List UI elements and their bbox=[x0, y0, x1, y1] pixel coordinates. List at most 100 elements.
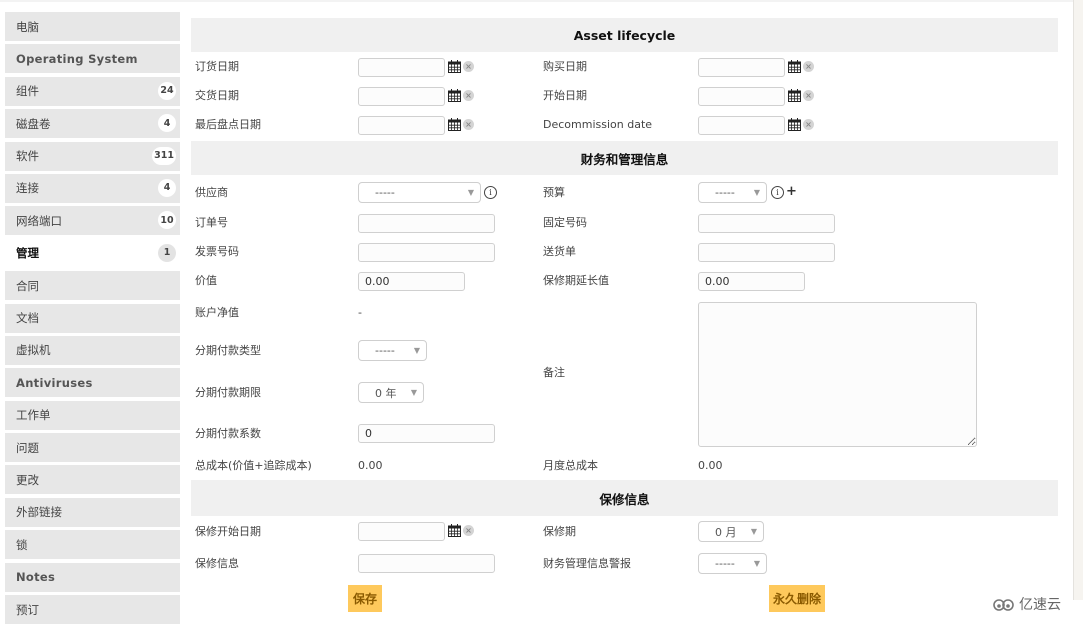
sidebar-item-label: 锁 bbox=[16, 537, 28, 552]
sidebar-item-software[interactable]: 软件 311 bbox=[5, 141, 180, 171]
amortization-type-select[interactable]: ----- ▼ bbox=[358, 340, 427, 361]
watermark-text: 亿速云 bbox=[1019, 597, 1061, 613]
sidebar-item-label: 虚拟机 bbox=[16, 343, 51, 358]
save-button[interactable]: 保存 bbox=[348, 585, 382, 612]
delivery-date-input[interactable] bbox=[358, 87, 445, 106]
supplier-label: 供应商 bbox=[195, 186, 228, 199]
sidebar-item-virtual-machines[interactable]: 虚拟机 bbox=[5, 335, 180, 365]
sidebar-item-locks[interactable]: 锁 bbox=[5, 530, 180, 560]
immo-number-input[interactable] bbox=[698, 214, 835, 233]
clear-icon[interactable]: × bbox=[803, 90, 814, 101]
dropdown-arrow-icon: ▼ bbox=[753, 559, 760, 568]
sidebar-item-notes[interactable]: Notes bbox=[5, 562, 180, 592]
purchase-date-input[interactable] bbox=[698, 58, 785, 77]
select-value: 0 年 bbox=[375, 386, 397, 400]
sidebar-item-problems[interactable]: 问题 bbox=[5, 433, 180, 463]
sidebar-item-label: 磁盘卷 bbox=[16, 116, 51, 131]
sidebar-item-label: 网络端口 bbox=[16, 213, 62, 228]
add-icon[interactable]: + bbox=[786, 185, 797, 198]
select-value: ----- bbox=[375, 344, 395, 357]
purge-button[interactable]: 永久删除 bbox=[769, 585, 825, 612]
sidebar: 电脑 Operating System 组件 24 磁盘卷 4 软件 311 连接 4 … bbox=[5, 12, 180, 627]
calendar-icon[interactable] bbox=[788, 60, 801, 73]
order-date-input[interactable] bbox=[358, 58, 445, 77]
tco-value: 0.00 bbox=[358, 459, 383, 472]
dropdown-arrow-icon: ▼ bbox=[753, 188, 760, 197]
clear-icon[interactable]: × bbox=[803, 61, 814, 72]
monthly-tco-value: 0.00 bbox=[698, 459, 723, 472]
invoice-number-label: 发票号码 bbox=[195, 245, 239, 258]
sidebar-item-computer[interactable]: 电脑 bbox=[5, 12, 180, 41]
sidebar-item-network-ports[interactable]: 网络端口 10 bbox=[5, 206, 180, 236]
purchase-date-label: 购买日期 bbox=[543, 60, 587, 73]
sidebar-item-external-links[interactable]: 外部链接 bbox=[5, 497, 180, 527]
decommission-date-input[interactable] bbox=[698, 116, 785, 135]
clear-icon[interactable]: × bbox=[463, 525, 474, 536]
sidebar-item-contracts[interactable]: 合同 bbox=[5, 271, 180, 301]
delivery-date-label: 交货日期 bbox=[195, 89, 239, 102]
calendar-icon[interactable] bbox=[448, 60, 461, 73]
sidebar-item-volumes[interactable]: 磁盘卷 4 bbox=[5, 109, 180, 139]
warranty-info-input[interactable] bbox=[358, 554, 495, 573]
sidebar-item-operating-system[interactable]: Operating System bbox=[5, 44, 180, 74]
sidebar-item-reservations[interactable]: 预订 bbox=[5, 595, 180, 625]
amortization-period-select[interactable]: 0 年 ▼ bbox=[358, 382, 424, 403]
watermark: 亿速云 bbox=[992, 594, 1061, 614]
sidebar-item-label: 组件 bbox=[16, 84, 39, 99]
count-badge: 4 bbox=[158, 178, 176, 197]
clear-icon[interactable]: × bbox=[463, 61, 474, 72]
scrollbar[interactable] bbox=[1073, 0, 1083, 600]
order-number-input[interactable] bbox=[358, 214, 495, 233]
start-date-input[interactable] bbox=[698, 87, 785, 106]
sidebar-item-tickets[interactable]: 工作单 bbox=[5, 400, 180, 430]
clear-icon[interactable]: × bbox=[463, 90, 474, 101]
cloud-logo-icon bbox=[993, 599, 1014, 611]
sidebar-item-connections[interactable]: 连接 4 bbox=[5, 173, 180, 203]
sidebar-item-label: 问题 bbox=[16, 440, 39, 455]
supplier-select[interactable]: ----- ▼ bbox=[358, 182, 481, 203]
alert-label: 财务管理信息警报 bbox=[543, 557, 631, 570]
delivery-note-input[interactable] bbox=[698, 243, 835, 262]
sidebar-item-management[interactable]: 管理 1 bbox=[5, 238, 180, 268]
count-badge: 1 bbox=[158, 243, 176, 262]
invoice-number-input[interactable] bbox=[358, 243, 495, 262]
warranty-extension-input[interactable] bbox=[698, 272, 805, 291]
clear-icon[interactable]: × bbox=[803, 119, 814, 130]
sidebar-item-documents[interactable]: 文档 bbox=[5, 303, 180, 333]
order-number-label: 订单号 bbox=[195, 216, 228, 229]
amortization-type-label: 分期付款类型 bbox=[195, 344, 261, 357]
order-date-label: 订货日期 bbox=[195, 60, 239, 73]
sidebar-item-label: Notes bbox=[16, 570, 56, 585]
value-input[interactable] bbox=[358, 272, 465, 291]
count-badge: 24 bbox=[158, 81, 176, 100]
info-icon[interactable]: i bbox=[484, 186, 497, 199]
budget-select[interactable]: ----- ▼ bbox=[698, 182, 767, 203]
clear-icon[interactable]: × bbox=[463, 119, 474, 130]
count-badge: 10 bbox=[158, 211, 176, 230]
calendar-icon[interactable] bbox=[448, 89, 461, 102]
amortization-coefficient-input[interactable] bbox=[358, 424, 495, 443]
select-value: ----- bbox=[715, 557, 735, 570]
section-header-asset-lifecycle: Asset lifecycle bbox=[191, 18, 1058, 52]
count-badge: 4 bbox=[158, 114, 176, 133]
calendar-icon[interactable] bbox=[788, 118, 801, 131]
calendar-icon[interactable] bbox=[448, 524, 461, 537]
sidebar-item-changes[interactable]: 更改 bbox=[5, 465, 180, 495]
sidebar-item-label: 外部链接 bbox=[16, 505, 62, 520]
last-inventory-date-input[interactable] bbox=[358, 116, 445, 135]
sidebar-item-components[interactable]: 组件 24 bbox=[5, 76, 180, 106]
dropdown-arrow-icon: ▼ bbox=[413, 346, 420, 355]
warranty-start-date-input[interactable] bbox=[358, 522, 445, 541]
calendar-icon[interactable] bbox=[788, 89, 801, 102]
comment-textarea[interactable] bbox=[698, 302, 977, 447]
calendar-icon[interactable] bbox=[448, 118, 461, 131]
alert-select[interactable]: ----- ▼ bbox=[698, 553, 767, 574]
warranty-duration-label: 保修期 bbox=[543, 525, 576, 538]
select-value: ----- bbox=[375, 186, 395, 199]
net-value: - bbox=[358, 306, 362, 319]
sidebar-item-antiviruses[interactable]: Antiviruses bbox=[5, 368, 180, 398]
select-value: ----- bbox=[715, 186, 735, 199]
warranty-duration-select[interactable]: 0 月 ▼ bbox=[698, 521, 764, 542]
last-inventory-date-label: 最后盘点日期 bbox=[195, 118, 261, 131]
info-icon[interactable]: i bbox=[771, 186, 784, 199]
